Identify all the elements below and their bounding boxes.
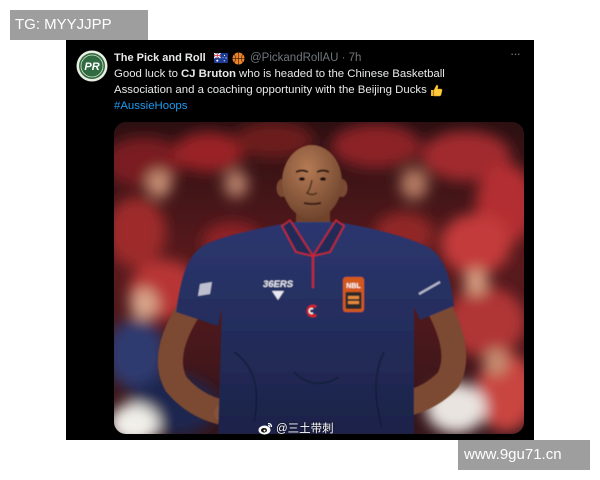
tweet-line-2: Association and a coaching opportunity w…: [114, 82, 445, 98]
basketball-icon: [232, 52, 245, 64]
thumbs-up-icon: [430, 84, 443, 96]
watermark-text: @三土带刺: [276, 423, 334, 435]
author-badges: [214, 51, 245, 65]
tweet-text-bold-name: CJ Bruton: [180, 68, 237, 80]
tweet-text-start: Good luck to: [114, 68, 178, 80]
post-time[interactable]: 7h: [349, 52, 362, 64]
photo-watermark: @三土带刺: [258, 419, 334, 437]
tweet-line-1: Good luck to CJ Bruton who is headed to …: [114, 66, 445, 82]
jersey-logo-text: 36ERS: [263, 279, 294, 290]
tweet-card[interactable]: PR The Pick and Roll @PickandRollAU · 7h…: [66, 40, 534, 440]
avatar-monogram: PR: [84, 61, 99, 73]
author-handle[interactable]: @PickandRollAU: [250, 52, 338, 64]
tweet-body: Good luck to CJ Bruton who is headed to …: [114, 66, 445, 114]
australia-flag-icon: [214, 53, 228, 63]
top-left-watermark-label: TG: MYYJJPP: [10, 10, 148, 40]
author-handle-and-time: @PickandRollAU · 7h: [250, 51, 361, 65]
author-avatar[interactable]: PR: [76, 50, 108, 82]
hashtag-link[interactable]: #AussieHoops: [114, 98, 187, 114]
left-sleeve-logo: [198, 282, 212, 296]
more-options-icon[interactable]: ···: [510, 47, 521, 61]
photo-coach-on-court: 36ERS NBL: [114, 122, 524, 434]
nbl-badge-text: NBL: [346, 283, 361, 290]
tweet-photo[interactable]: 36ERS NBL: [114, 122, 524, 434]
handle-separator: ·: [341, 52, 346, 64]
nbl-badge: NBL: [343, 277, 364, 312]
weibo-icon: [258, 422, 273, 434]
author-name[interactable]: The Pick and Roll: [114, 51, 206, 65]
tweet-text-rest: who is headed to the Chinese Basketball: [239, 68, 445, 80]
bottom-right-watermark-label: www.9gu71.cn: [458, 440, 590, 470]
tweet-text-line2: Association and a coaching opportunity w…: [114, 84, 427, 96]
